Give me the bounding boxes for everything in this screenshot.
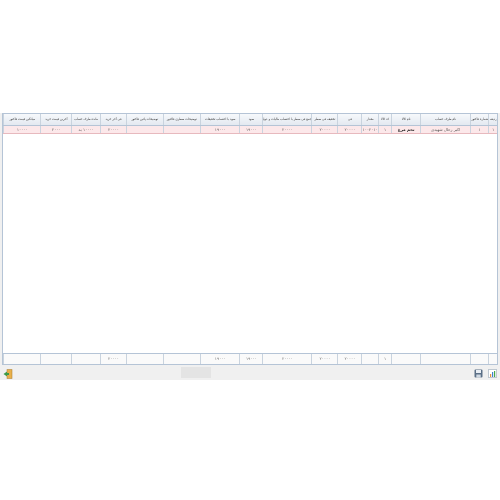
summary-cell: [361, 354, 377, 364]
cell-profit[interactable]: ۱۹۰۰۰: [239, 126, 262, 133]
summary-cell: [126, 354, 163, 364]
column-header-last-buy-price[interactable]: آخرین قیمت خرید: [40, 114, 71, 125]
cell-row-discount[interactable]: ۲۰۰۰۰: [311, 126, 337, 133]
summary-cell: [3, 354, 40, 364]
column-header-unit-price[interactable]: فی: [337, 114, 361, 125]
status-panel: [181, 367, 211, 378]
column-header-row-total[interactable]: جمع فی سطر با احتساب مالیات و عوارض: [262, 114, 311, 125]
column-header-last-purchase-price[interactable]: فی آخر خرید: [100, 114, 126, 125]
bottom-toolbar: [0, 365, 500, 380]
cell-average-price[interactable]: ۱۰۰۰۰: [3, 126, 40, 133]
column-header-profit-after-discount[interactable]: سود با احتساب تخفیفات: [199, 114, 239, 125]
summary-cell: [391, 354, 420, 364]
cell-party-balance[interactable]: ۱۰۰۰۰ بد: [71, 126, 100, 133]
column-header-quantity[interactable]: مقدار: [361, 114, 377, 125]
summary-cell: [71, 354, 100, 364]
column-header-invoice-number[interactable]: شماره فاکتور: [470, 114, 488, 125]
summary-cell: [470, 354, 488, 364]
summary-cell: [162, 354, 200, 364]
column-header-item-code[interactable]: کد کالا: [377, 114, 391, 125]
summary-unit-price: ۲۰۰۰۰: [337, 354, 361, 364]
save-icon[interactable]: [474, 369, 483, 378]
column-header-row-notes[interactable]: توضیحات سطری فاکتور: [162, 114, 200, 125]
grid-header: ردیف شماره فاکتور نام طرف حساب نام کالا …: [3, 114, 497, 126]
report-grid: ردیف شماره فاکتور نام طرف حساب نام کالا …: [2, 113, 498, 365]
cell-unit-price[interactable]: ۲۰۰۰۰: [337, 126, 361, 133]
grid-summary-row: ۱ ۲۰۰۰۰ ۲۰۰۰۰ ۲۰۰۰۰ ۱۹۰۰۰ ۱۹۰۰۰ ۲۰۰۰۰: [3, 353, 497, 364]
column-header-profit[interactable]: سود: [239, 114, 262, 125]
column-header-footer-notes[interactable]: توضیحات پائین فاکتور: [126, 114, 163, 125]
summary-cell: [488, 354, 497, 364]
summary-row-discount: ۲۰۰۰۰: [311, 354, 337, 364]
column-header-row-discount[interactable]: تخفیف فی سطر: [311, 114, 337, 125]
summary-last-purchase-price: ۲۰۰۰۰: [100, 354, 126, 364]
cell-row-total[interactable]: ۲۰۰۰۰: [262, 126, 311, 133]
column-header-row-number[interactable]: ردیف: [488, 114, 497, 125]
summary-profit: ۱۹۰۰۰: [239, 354, 262, 364]
column-header-average-price[interactable]: میانگین قیمت فاکتور: [3, 114, 40, 125]
cell-profit-after-discount[interactable]: ۱۹۰۰۰: [199, 126, 239, 133]
cell-item-name[interactable]: تخم مرغ: [391, 126, 420, 133]
cell-last-buy-price[interactable]: ۲۰۰۰: [40, 126, 71, 133]
cell-party-name[interactable]: اکبر رحال شهیدی: [420, 126, 470, 133]
column-header-item-name[interactable]: نام کالا: [391, 114, 420, 125]
column-header-party-name[interactable]: نام طرف حساب: [420, 114, 470, 125]
column-header-party-balance[interactable]: مانده طرف حساب: [71, 114, 100, 125]
chart-icon[interactable]: [488, 369, 497, 378]
exit-icon[interactable]: [3, 369, 13, 379]
cell-quantity[interactable]: ۱۰۰۲۰۱۰: [361, 126, 378, 133]
report-window: ردیف شماره فاکتور نام طرف حساب نام کالا …: [0, 113, 500, 380]
cell-item-code[interactable]: ۱: [377, 126, 391, 133]
summary-row-total: ۲۰۰۰۰: [262, 354, 311, 364]
grid-empty-area[interactable]: [3, 133, 497, 354]
cell-row-notes[interactable]: [162, 126, 200, 133]
summary-count: ۱: [377, 354, 391, 364]
summary-cell: [40, 354, 71, 364]
summary-profit-after-discount: ۱۹۰۰۰: [199, 354, 239, 364]
cell-row-number[interactable]: ۱: [488, 126, 497, 133]
cell-invoice-number[interactable]: ۱: [470, 126, 488, 133]
cell-last-purchase-price[interactable]: ۲۰۰۰۰: [100, 126, 126, 133]
summary-cell: [420, 354, 470, 364]
cell-footer-notes[interactable]: [126, 126, 163, 133]
